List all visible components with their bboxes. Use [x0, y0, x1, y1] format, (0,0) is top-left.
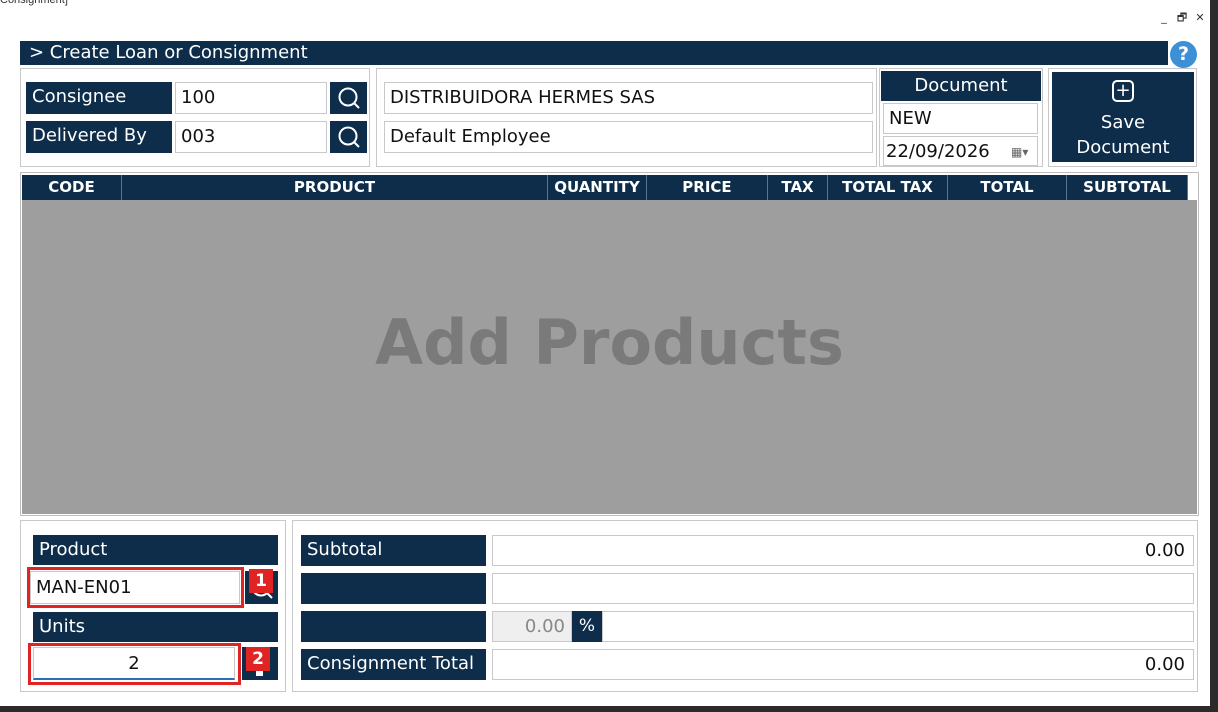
consignee-label: Consignee [26, 82, 172, 114]
step-badge-2: 2 [246, 647, 270, 671]
consignee-search-button[interactable] [330, 82, 367, 114]
window-title: Consignment] [0, 0, 68, 6]
close-icon[interactable]: ✕ [1192, 10, 1208, 26]
document-label: Document [881, 71, 1041, 101]
blank-value-1 [492, 573, 1194, 604]
document-date-picker[interactable]: 22/09/2026 ▦▾ [883, 136, 1038, 166]
column-price[interactable]: PRICE [647, 175, 768, 200]
step-badge-1: 1 [249, 569, 273, 593]
column-total[interactable]: TOTAL [948, 175, 1067, 200]
empty-grid-placeholder: Add Products [375, 306, 844, 379]
delivered-by-code-input[interactable]: 003 [175, 121, 327, 153]
consignment-total-label: Consignment Total [301, 649, 486, 680]
discount-percent-input[interactable]: 0.00 [492, 611, 572, 642]
search-icon [338, 87, 360, 109]
app-window: Consignment] _ 🗗 ✕ > Create Loan or Cons… [0, 0, 1210, 706]
save-label-line2: Document [1076, 137, 1170, 158]
delivered-by-search-button[interactable] [330, 121, 367, 153]
column-product[interactable]: PRODUCT [122, 175, 548, 200]
discount-amount-field [602, 611, 1194, 642]
blank-label-1 [301, 573, 486, 604]
subtotal-value: 0.00 [492, 535, 1194, 566]
add-icon: + [1112, 80, 1134, 102]
save-document-button[interactable]: + Save Document [1052, 72, 1194, 162]
units-label: Units [33, 612, 278, 642]
page-title: > Create Loan or Consignment [20, 41, 1168, 65]
calendar-dropdown-icon[interactable]: ▦▾ [1011, 137, 1028, 165]
consignee-code-input[interactable]: 100 [175, 82, 327, 114]
discount-label [301, 611, 486, 642]
column-subtotal[interactable]: SUBTOTAL [1067, 175, 1188, 200]
help-icon[interactable]: ? [1170, 41, 1197, 68]
minimize-icon[interactable]: _ [1156, 10, 1172, 26]
search-icon [338, 126, 360, 148]
product-label: Product [33, 535, 278, 565]
column-quantity[interactable]: QUANTITY [548, 175, 647, 200]
subtotal-label: Subtotal [301, 535, 486, 566]
highlight-product [27, 567, 244, 608]
grid-header: CODE PRODUCT QUANTITY PRICE TAX TOTAL TA… [22, 175, 1188, 200]
consignment-total-value: 0.00 [492, 649, 1194, 680]
restore-icon[interactable]: 🗗 [1174, 10, 1190, 26]
highlight-units [28, 643, 241, 685]
document-number-field: NEW [883, 103, 1038, 134]
column-tax[interactable]: TAX [768, 175, 828, 200]
percent-symbol: % [572, 611, 602, 642]
consignee-name-field: DISTRIBUIDORA HERMES SAS [384, 82, 873, 114]
delivered-by-name-field: Default Employee [384, 121, 873, 153]
column-total-tax[interactable]: TOTAL TAX [828, 175, 948, 200]
document-date-value: 22/09/2026 [886, 141, 990, 162]
column-code[interactable]: CODE [22, 175, 122, 200]
delivered-by-label: Delivered By [26, 121, 172, 153]
save-label-line1: Save [1100, 112, 1146, 133]
